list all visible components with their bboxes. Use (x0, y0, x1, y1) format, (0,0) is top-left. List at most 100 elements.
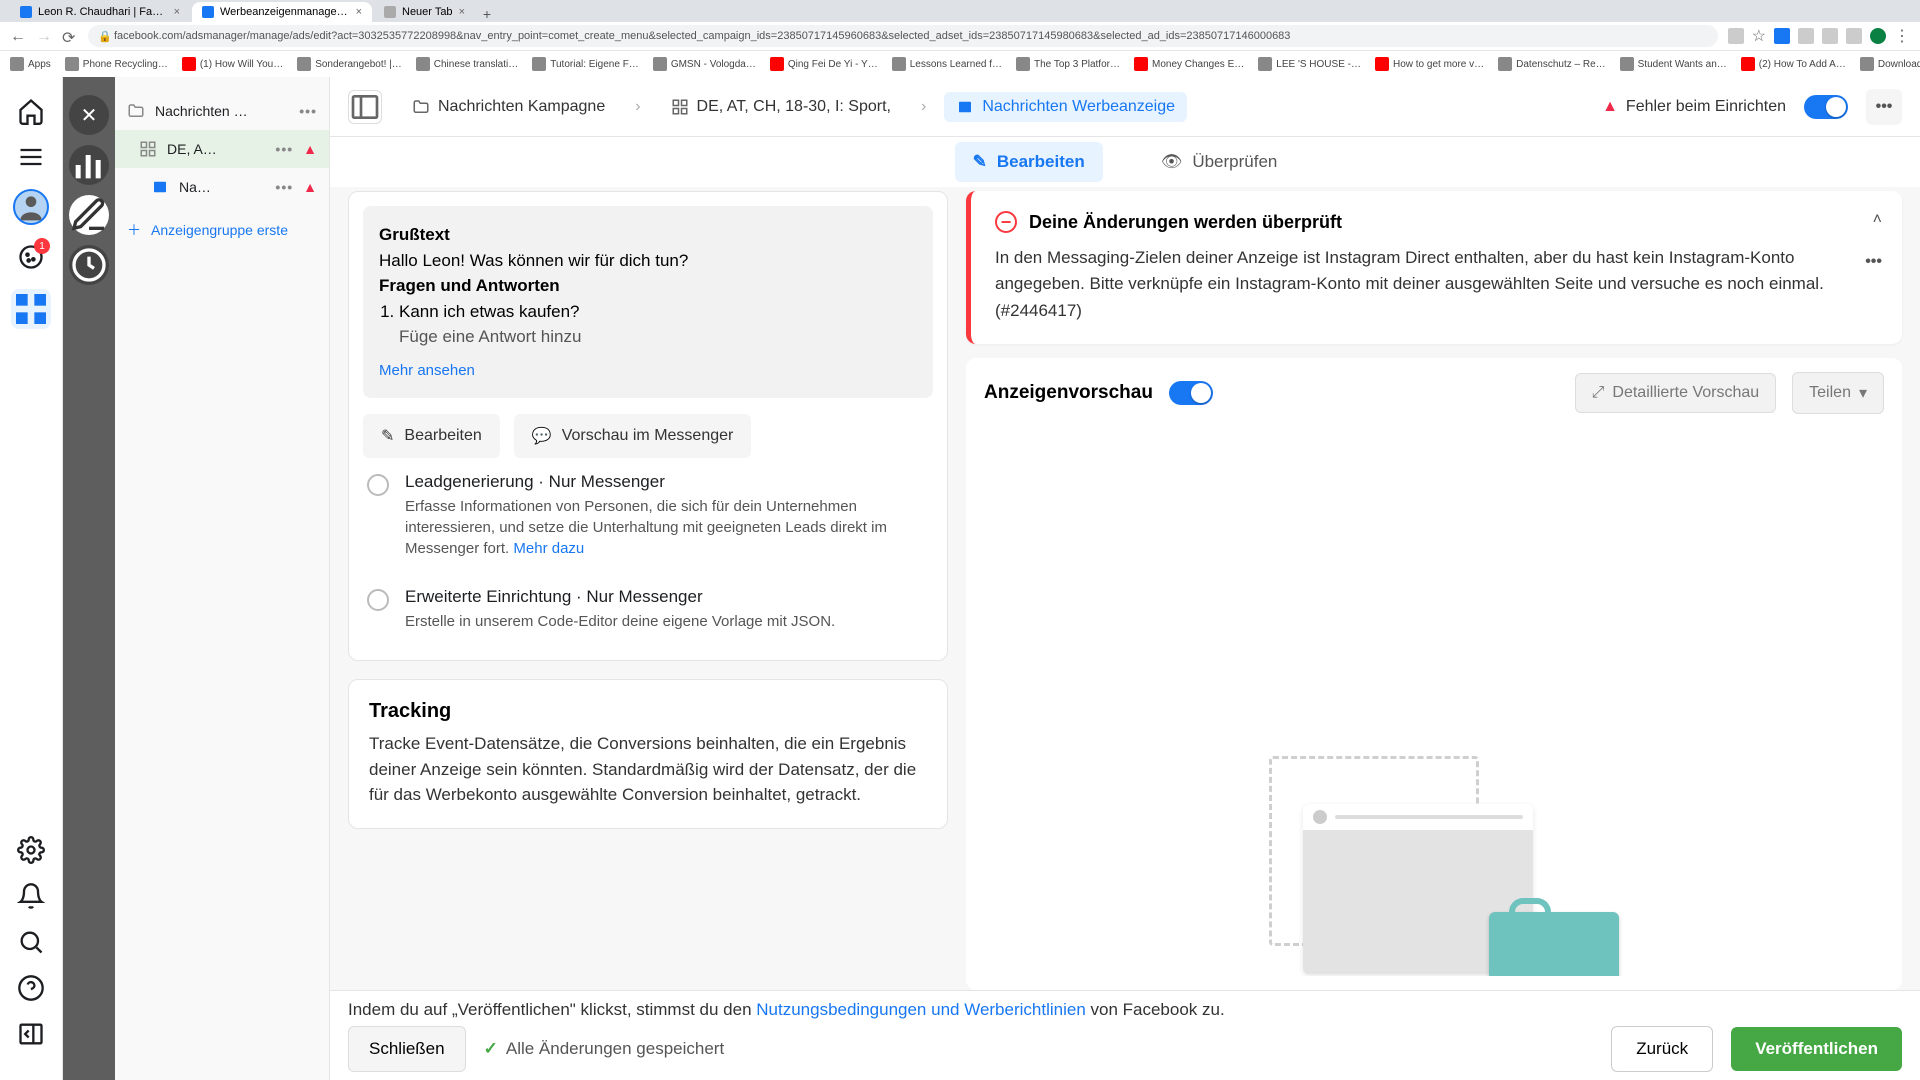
back-button[interactable]: Zurück (1611, 1026, 1713, 1072)
bookmark-item[interactable]: Phone Recycling… (65, 57, 168, 71)
bookmark-item[interactable]: LEE 'S HOUSE -… (1258, 57, 1361, 71)
ad-icon (956, 98, 974, 116)
preview-messenger-button[interactable]: 💬Vorschau im Messenger (514, 414, 752, 458)
add-adset-button[interactable]: ＋ Anzeigengruppe erste (115, 206, 329, 254)
greeting-text: Hallo Leon! Was können wir für dich tun? (379, 248, 917, 274)
plus-icon: ＋ (127, 220, 141, 240)
close-icon[interactable]: × (356, 6, 362, 18)
share-button[interactable]: Teilen▾ (1792, 372, 1884, 414)
avatar[interactable] (13, 189, 49, 225)
extension-icon[interactable] (1798, 28, 1814, 44)
app: 1 ✕ Nachrichten … ••• DE, A… ••• ▲ Na… (0, 77, 1920, 1080)
radio-icon[interactable] (367, 589, 389, 611)
apps-button[interactable]: Apps (10, 57, 51, 71)
close-button[interactable]: ✕ (69, 95, 109, 135)
cookie-icon[interactable]: 1 (17, 243, 45, 271)
bookmark-item[interactable]: GMSN - Vologda… (653, 57, 756, 71)
more-icon[interactable]: ••• (299, 103, 317, 119)
tree-ad[interactable]: Na… ••• ▲ (115, 168, 329, 206)
bookmark-item[interactable]: Lessons Learned f… (892, 57, 1002, 71)
star-icon[interactable]: ☆ (1752, 26, 1766, 46)
back-icon[interactable]: ← (10, 28, 26, 44)
bookmark-item[interactable]: Sonderangebot! |… (297, 57, 402, 71)
address-bar: ← → ⟳ 🔒facebook.com/adsmanager/manage/ad… (0, 22, 1920, 50)
chevron-down-icon: ▾ (1859, 383, 1867, 403)
option-advanced[interactable]: Erweiterte Einrichtung · Nur Messenger E… (363, 573, 933, 646)
menu-icon[interactable]: ⋮ (1894, 26, 1910, 46)
breadcrumb-bar: Nachrichten Kampagne › DE, AT, CH, 18-30… (330, 77, 1920, 137)
editor-tool-rail: ✕ (63, 77, 115, 1080)
search-icon[interactable] (17, 928, 45, 956)
close-icon[interactable]: × (174, 6, 180, 18)
edit-greeting-button[interactable]: ✎Bearbeiten (363, 414, 500, 458)
tracking-description: Tracke Event-Datensätze, die Conversions… (369, 731, 927, 808)
greeting-heading: Grußtext (379, 222, 917, 248)
bookmark-item[interactable]: Chinese translati… (416, 57, 518, 71)
profile-icon[interactable] (1870, 28, 1886, 44)
collapse-icon[interactable] (17, 1020, 45, 1048)
adset-icon (671, 98, 689, 116)
browser-tab[interactable]: Werbeanzeigenmanager - We× (192, 2, 372, 22)
bookmark-item[interactable]: How to get more v… (1375, 57, 1484, 71)
close-button[interactable]: Schließen (348, 1026, 466, 1072)
help-icon[interactable] (17, 974, 45, 1002)
bookmark-item[interactable]: Tutorial: Eigene F… (532, 57, 639, 71)
chevron-up-icon[interactable]: ˄ (1873, 211, 1882, 229)
tree-adset[interactable]: DE, A… ••• ▲ (115, 130, 329, 168)
crumb-ad[interactable]: Nachrichten Werbeanzeige (944, 92, 1187, 122)
bell-icon[interactable] (17, 882, 45, 910)
bookmark-item[interactable]: Datenschutz – Re… (1498, 57, 1606, 71)
url-input[interactable]: 🔒facebook.com/adsmanager/manage/ads/edit… (88, 25, 1718, 47)
edit-icon[interactable] (69, 195, 109, 235)
adset-icon (139, 140, 157, 158)
lock-icon: 🔒 (98, 30, 108, 43)
extension-icon[interactable] (1822, 28, 1838, 44)
more-icon[interactable]: ••• (275, 141, 293, 157)
bookmark-item[interactable]: Student Wants an… (1620, 57, 1727, 71)
tab-review[interactable]: 👁Überprüfen (1143, 142, 1296, 182)
home-icon[interactable] (17, 97, 45, 125)
crumb-campaign[interactable]: Nachrichten Kampagne (400, 92, 617, 122)
detailed-preview-button[interactable]: ⤢Detaillierte Vorschau (1575, 373, 1777, 413)
option-leadgen[interactable]: Leadgenerierung · Nur Messenger Erfasse … (363, 458, 933, 573)
close-icon[interactable]: × (459, 6, 465, 18)
bookmark-item[interactable]: The Top 3 Platfor… (1016, 57, 1120, 71)
extension-icon[interactable] (1728, 28, 1744, 44)
reload-icon[interactable]: ⟳ (62, 28, 78, 44)
browser-tab[interactable]: Neuer Tab× (374, 2, 475, 22)
panel-toggle-icon[interactable] (348, 90, 382, 124)
more-icon[interactable]: ••• (275, 179, 293, 195)
forward-icon[interactable]: → (36, 28, 52, 44)
crumb-adset[interactable]: DE, AT, CH, 18-30, I: Sport, (659, 92, 903, 122)
bookmark-item[interactable]: (1) How Will You… (182, 57, 283, 71)
expand-icon: ⤢ (1592, 384, 1605, 402)
tab-edit[interactable]: ✎Bearbeiten (955, 142, 1103, 182)
history-icon[interactable] (69, 245, 109, 285)
tree-campaign[interactable]: Nachrichten … ••• (115, 92, 329, 130)
learn-more-link[interactable]: Mehr dazu (513, 540, 584, 557)
publish-button[interactable]: Veröffentlichen (1731, 1027, 1902, 1071)
radio-icon[interactable] (367, 474, 389, 496)
greeting-card: Grußtext Hallo Leon! Was können wir für … (348, 191, 948, 661)
ad-active-toggle[interactable] (1804, 95, 1848, 119)
gear-icon[interactable] (17, 836, 45, 864)
terms-link[interactable]: Nutzungsbedingungen und Werberichtlinien (756, 1000, 1086, 1019)
new-tab-button[interactable]: + (477, 6, 497, 22)
warning-icon: ▲ (303, 141, 317, 157)
more-icon[interactable]: ••• (1865, 253, 1882, 271)
preview-toggle[interactable] (1169, 381, 1213, 405)
bookmark-item[interactable]: Download - Cooki… (1860, 57, 1920, 71)
show-more-link[interactable]: Mehr ansehen (379, 360, 475, 383)
bookmark-item[interactable]: Qing Fei De Yi - Y… (770, 57, 878, 71)
preview-title: Anzeigenvorschau (984, 382, 1153, 404)
menu-icon[interactable] (17, 143, 45, 171)
bookmark-item[interactable]: Money Changes E… (1134, 57, 1244, 71)
chart-icon[interactable] (69, 145, 109, 185)
grid-icon[interactable] (11, 289, 51, 329)
bookmark-item[interactable]: (2) How To Add A… (1741, 57, 1846, 71)
extension-icon[interactable] (1846, 28, 1862, 44)
more-button[interactable]: ••• (1866, 89, 1902, 125)
browser-tab[interactable]: Leon R. Chaudhari | Facebook× (10, 2, 190, 22)
extension-icon[interactable] (1774, 28, 1790, 44)
alert-body: In den Messaging-Zielen deiner Anzeige i… (995, 245, 1878, 324)
